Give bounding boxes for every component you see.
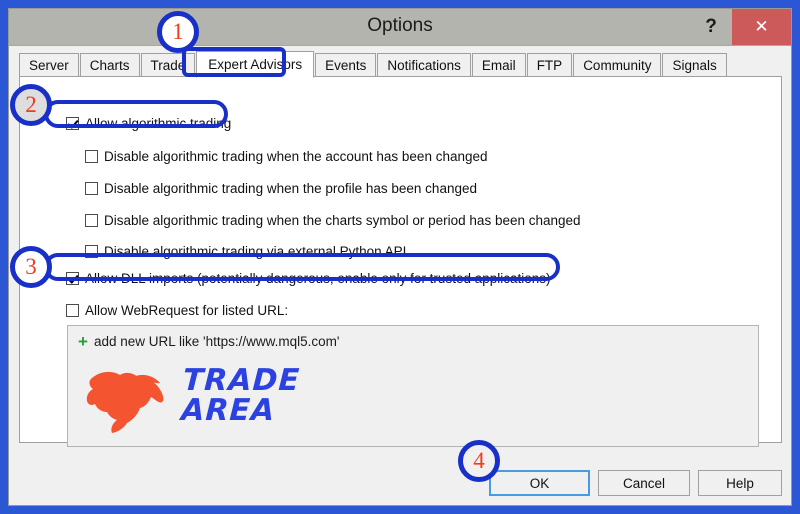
disable-on-profile-change-checkbox[interactable]: Disable algorithmic trading when the pro… (85, 181, 477, 196)
webrequest-url-list[interactable]: + add new URL like 'https://www.mql5.com… (67, 325, 759, 447)
add-url-row[interactable]: + add new URL like 'https://www.mql5.com… (78, 333, 340, 350)
screenshot-root: Options ? ✕ Server Charts Trade Expert A… (0, 0, 800, 514)
checkbox-label: Disable algorithmic trading when the pro… (104, 181, 477, 196)
checkbox-label: Allow WebRequest for listed URL: (85, 303, 289, 318)
ok-button[interactable]: OK (489, 470, 590, 496)
tab-ftp[interactable]: FTP (526, 53, 573, 77)
disable-on-symbol-change-checkbox[interactable]: Disable algorithmic trading when the cha… (85, 213, 581, 228)
tab-expert-advisors[interactable]: Expert Advisors (196, 51, 315, 78)
checkbox-checked-icon (66, 272, 79, 285)
bull-head-icon (86, 371, 164, 433)
checkbox-label: Allow algorithmic trading (85, 116, 232, 131)
cancel-button[interactable]: Cancel (598, 470, 690, 496)
help-button[interactable]: Help (698, 470, 782, 496)
allow-webrequest-checkbox[interactable]: Allow WebRequest for listed URL: (66, 303, 288, 318)
disable-python-api-checkbox[interactable]: Disable algorithmic trading via external… (85, 244, 406, 259)
checkbox-unchecked-icon (85, 182, 98, 195)
checkbox-unchecked-icon (85, 150, 98, 163)
trade-area-logo: TRADE AREA (86, 363, 326, 436)
checkbox-label: Allow DLL imports (potentially dangerous… (85, 271, 551, 286)
checkbox-unchecked-icon (66, 304, 79, 317)
help-icon[interactable]: ? (690, 9, 732, 45)
add-url-hint: add new URL like 'https://www.mql5.com' (93, 334, 340, 349)
page-title: Options (367, 15, 433, 36)
tab-trade[interactable]: Trade (140, 53, 196, 77)
checkbox-unchecked-icon (85, 245, 98, 258)
options-dialog: Options ? ✕ Server Charts Trade Expert A… (8, 8, 792, 506)
tab-events[interactable]: Events (315, 53, 377, 77)
annotation-marker-1: 1 (157, 11, 199, 53)
logo-line-2: AREA (180, 393, 277, 428)
logo-text: TRADE AREA (180, 363, 301, 428)
tab-notifications[interactable]: Notifications (377, 53, 471, 77)
allow-dll-imports-checkbox[interactable]: Allow DLL imports (potentially dangerous… (66, 271, 551, 286)
tab-server[interactable]: Server (19, 53, 79, 77)
allow-algorithmic-trading-checkbox[interactable]: Allow algorithmic trading (66, 116, 231, 131)
logo-line-1: TRADE (181, 363, 301, 398)
disable-on-account-change-checkbox[interactable]: Disable algorithmic trading when the acc… (85, 149, 488, 164)
tab-signals[interactable]: Signals (662, 53, 727, 77)
title-bar: Options ? ✕ (9, 9, 791, 46)
tab-email[interactable]: Email (471, 53, 526, 77)
checkbox-unchecked-icon (85, 214, 98, 227)
checkbox-label: Disable algorithmic trading when the acc… (104, 149, 488, 164)
tab-strip: Server Charts Trade Expert Advisors Even… (19, 51, 728, 78)
close-icon[interactable]: ✕ (732, 9, 791, 45)
checkbox-checked-icon (66, 117, 79, 130)
checkbox-label: Disable algorithmic trading via external… (104, 244, 407, 259)
annotation-marker-4: 4 (458, 440, 500, 482)
checkbox-label: Disable algorithmic trading when the cha… (104, 213, 581, 228)
tab-community[interactable]: Community (573, 53, 662, 77)
annotation-marker-2: 2 (10, 84, 52, 126)
tab-charts[interactable]: Charts (79, 53, 140, 77)
plus-icon[interactable]: + (78, 333, 88, 350)
annotation-marker-3: 3 (10, 246, 52, 288)
